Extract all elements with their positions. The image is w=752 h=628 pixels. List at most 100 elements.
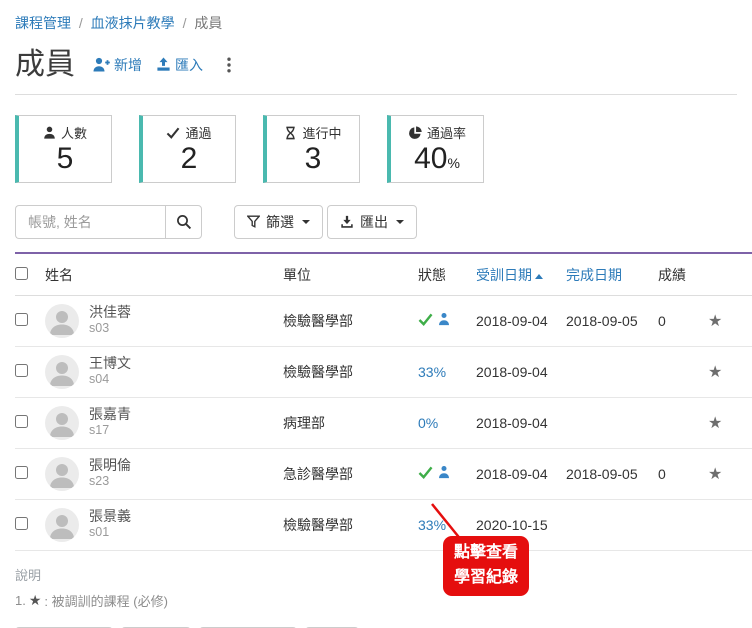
- search-icon: [176, 214, 192, 230]
- table-row: 張明倫 s23 急診醫學部: [15, 448, 752, 499]
- search-button[interactable]: [165, 205, 202, 239]
- table-row: 張嘉青 s17 病理部 0% 2018-09-04 ★: [15, 397, 752, 448]
- member-account: s01: [89, 525, 131, 541]
- avatar: [45, 355, 79, 389]
- star-icon: ★: [29, 592, 42, 609]
- members-page: 課程管理 / 血液抹片教學 / 成員 成員 新增: [0, 0, 752, 628]
- member-name: 洪佳蓉: [89, 304, 131, 322]
- table-row: 王博文 s04 檢驗醫學部 33% 2018-09-04 ★: [15, 346, 752, 397]
- column-header-grade: 成績: [658, 253, 708, 296]
- star-icon[interactable]: ★: [708, 415, 722, 432]
- breadcrumb-current: 成員: [194, 15, 222, 31]
- column-header-finish-date[interactable]: 完成日期: [566, 253, 658, 296]
- stat-value: 5: [29, 142, 101, 177]
- sort-asc-icon: [535, 274, 543, 279]
- export-button[interactable]: 匯出: [327, 205, 417, 239]
- member-account: s04: [89, 372, 131, 388]
- breadcrumb-course-name[interactable]: 血液抹片教學: [91, 15, 175, 31]
- column-header-train-date[interactable]: 受訓日期: [476, 253, 566, 296]
- learner-icon: [437, 312, 451, 326]
- stat-card-in-progress: 進行中 3: [263, 115, 360, 183]
- column-header-name[interactable]: 姓名: [45, 253, 283, 296]
- filter-icon: [247, 215, 260, 228]
- breadcrumb-separator: /: [79, 15, 83, 31]
- stat-value: 3: [277, 142, 349, 177]
- row-checkbox[interactable]: [15, 415, 28, 428]
- search-input[interactable]: [15, 205, 165, 239]
- progress-link[interactable]: 0%: [418, 415, 438, 431]
- select-all-checkbox[interactable]: [15, 267, 28, 280]
- train-date: 2018-09-04: [476, 346, 566, 397]
- export-label: 匯出: [360, 212, 388, 232]
- filter-button[interactable]: 篩選: [234, 205, 323, 239]
- member-unit: 檢驗醫學部: [283, 499, 418, 550]
- stat-label: 進行中: [302, 123, 341, 142]
- row-checkbox[interactable]: [15, 517, 28, 530]
- kebab-menu-icon[interactable]: [221, 55, 237, 75]
- star-icon[interactable]: ★: [708, 313, 722, 330]
- member-account: s23: [89, 474, 131, 490]
- legend: 說明 1. ★ : 被調訓的課程 (必修): [15, 565, 737, 610]
- import-members-label: 匯入: [175, 55, 203, 75]
- finish-date: [566, 397, 658, 448]
- table-row: 洪佳蓉 s03 檢驗醫學部: [15, 295, 752, 346]
- breadcrumb-separator: /: [183, 15, 187, 31]
- stat-card-members-count: 人數 5: [15, 115, 112, 183]
- status-passed[interactable]: [418, 465, 451, 479]
- member-name: 張明倫: [89, 457, 131, 475]
- annotation-callout: 點擊查看 學習紀錄: [443, 536, 529, 596]
- progress-link[interactable]: 33%: [418, 364, 446, 380]
- stat-value: 40%: [401, 142, 473, 177]
- train-date: 2018-09-04: [476, 397, 566, 448]
- finish-date: 2018-09-05: [566, 295, 658, 346]
- download-icon: [340, 215, 354, 229]
- row-checkbox[interactable]: [15, 313, 28, 326]
- check-icon: [166, 127, 180, 139]
- member-name: 張景義: [89, 508, 131, 526]
- status-passed[interactable]: [418, 312, 451, 326]
- page-header: 成員 新增: [15, 48, 737, 81]
- member-unit: 檢驗醫學部: [283, 295, 418, 346]
- stat-label: 人數: [61, 123, 87, 142]
- stat-card-pass-rate: 通過率 40%: [387, 115, 484, 183]
- finish-date: [566, 499, 658, 550]
- filter-label: 篩選: [266, 212, 294, 232]
- breadcrumb-course-management[interactable]: 課程管理: [15, 15, 71, 31]
- row-checkbox[interactable]: [15, 466, 28, 479]
- member-account: s17: [89, 423, 131, 439]
- passed-check-icon: [418, 466, 433, 479]
- title-divider: [15, 94, 737, 95]
- hourglass-icon: [284, 126, 297, 140]
- stat-value: 2: [153, 142, 225, 177]
- avatar: [45, 508, 79, 542]
- column-header-status: 狀態: [418, 253, 476, 296]
- legend-item: 1. ★ : 被調訓的課程 (必修): [15, 591, 737, 610]
- star-icon[interactable]: ★: [708, 364, 722, 381]
- avatar: [45, 457, 79, 491]
- avatar: [45, 304, 79, 338]
- stat-label: 通過率: [427, 123, 466, 142]
- row-checkbox[interactable]: [15, 364, 28, 377]
- column-header-unit[interactable]: 單位: [283, 253, 418, 296]
- grade: 0: [658, 448, 708, 499]
- member-unit: 檢驗醫學部: [283, 346, 418, 397]
- upload-icon: [156, 57, 171, 72]
- breadcrumb: 課程管理 / 血液抹片教學 / 成員: [15, 0, 737, 33]
- star-icon[interactable]: ★: [708, 466, 722, 483]
- members-table: 姓名 單位 狀態 受訓日期 完成日期 成績: [15, 252, 752, 551]
- member-name: 張嘉青: [89, 406, 131, 424]
- toolbar: 篩選 匯出: [15, 205, 737, 239]
- pie-chart-icon: [408, 126, 422, 140]
- grade: [658, 499, 708, 550]
- add-member-label: 新增: [114, 55, 142, 75]
- member-account: s03: [89, 321, 131, 337]
- page-title: 成員: [15, 48, 75, 81]
- progress-link-annotated[interactable]: 33%: [418, 517, 446, 533]
- import-members-button[interactable]: 匯入: [156, 55, 203, 75]
- member-name: 王博文: [89, 355, 131, 373]
- passed-check-icon: [418, 313, 433, 326]
- user-icon: [43, 126, 56, 139]
- add-member-button[interactable]: 新增: [93, 55, 142, 75]
- train-date: 2018-09-04: [476, 448, 566, 499]
- member-unit: 病理部: [283, 397, 418, 448]
